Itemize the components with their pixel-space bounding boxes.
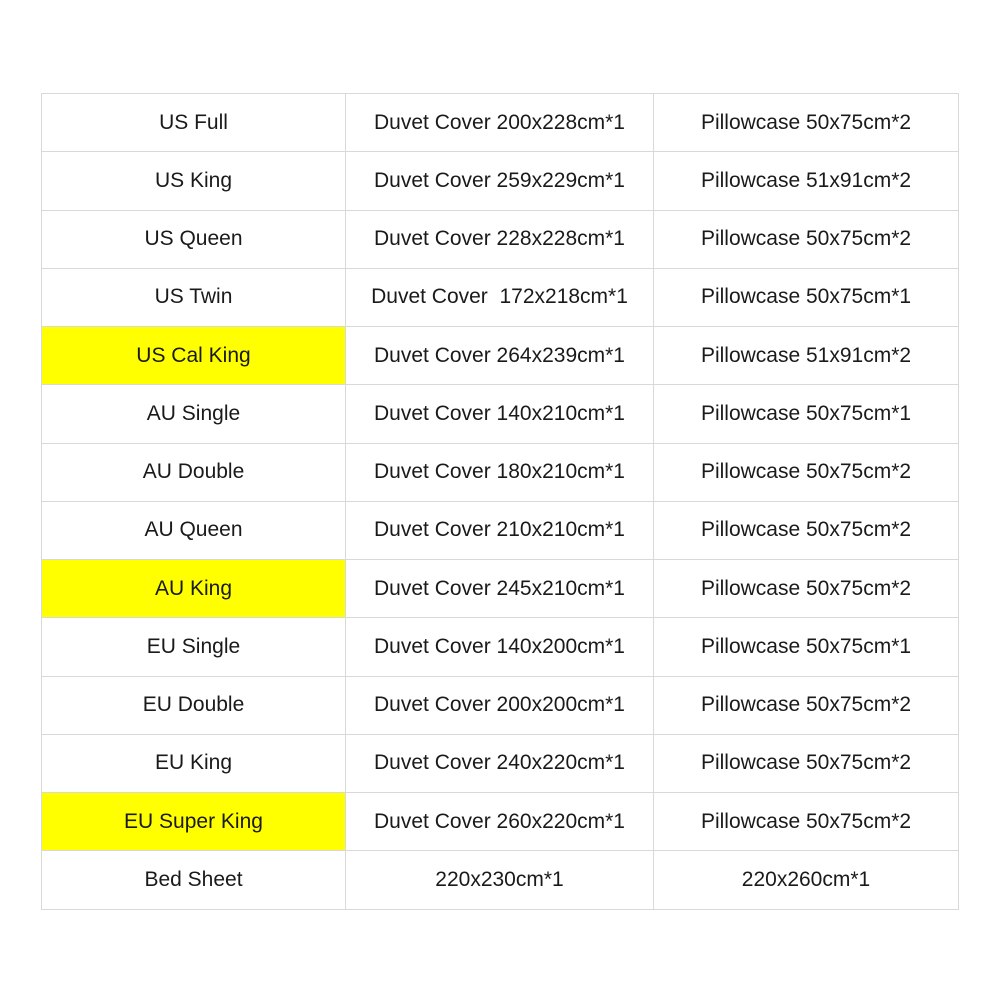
table-row: EU King Duvet Cover 240x220cm*1 Pillowcase… bbox=[41, 733, 959, 794]
pillowcase-cell: Pillowcase 50x75cm*2 bbox=[653, 209, 959, 269]
size-chart-table: US Full Duvet Cover 200x228cm*1 Pillowcase… bbox=[41, 92, 959, 910]
size-name-cell: US Full bbox=[41, 92, 346, 153]
duvet-cover-cell: Duvet Cover 180x210cm*1 bbox=[345, 442, 654, 502]
pillowcase-cell: Pillowcase 50x75cm*1 bbox=[653, 384, 959, 444]
pillowcase-cell: Pillowcase 50x75cm*1 bbox=[653, 267, 959, 328]
size-name-cell-highlighted: EU Super King bbox=[41, 792, 346, 852]
pillowcase-cell: Pillowcase 50x75cm*2 bbox=[653, 559, 959, 619]
pillowcase-cell: Pillowcase 50x75cm*2 bbox=[653, 442, 959, 502]
pillowcase-cell: Pillowcase 51x91cm*2 bbox=[653, 326, 959, 386]
table-row: EU Super King Duvet Cover 260x220cm*1 Pill… bbox=[41, 792, 959, 852]
table-row: US Queen Duvet Cover 228x228cm*1 Pillowcas… bbox=[41, 209, 959, 269]
size-name-cell: EU Single bbox=[41, 617, 346, 677]
table-row: AU Single Duvet Cover 140x210cm*1 Pillowca… bbox=[41, 384, 959, 444]
size-name-cell: EU Double bbox=[41, 675, 346, 735]
size-name-cell-highlighted: US Cal King bbox=[41, 326, 346, 386]
size-name-cell: AU Double bbox=[41, 442, 346, 502]
pillowcase-cell: Pillowcase 50x75cm*2 bbox=[653, 92, 959, 153]
table-row: US Full Duvet Cover 200x228cm*1 Pillowcase… bbox=[41, 92, 959, 153]
duvet-cover-cell: Duvet Cover 140x210cm*1 bbox=[345, 384, 654, 444]
pillowcase-cell: Pillowcase 50x75cm*2 bbox=[653, 733, 959, 794]
pillowcase-cell: Pillowcase 50x75cm*2 bbox=[653, 675, 959, 735]
pillowcase-cell: Pillowcase 50x75cm*2 bbox=[653, 792, 959, 852]
duvet-cover-cell: Duvet Cover 172x218cm*1 bbox=[345, 267, 654, 328]
size-name-cell: Bed Sheet bbox=[41, 850, 346, 910]
table-row: US Cal King Duvet Cover 264x239cm*1 Pillow… bbox=[41, 326, 959, 386]
table-row: AU Queen Duvet Cover 210x210cm*1 Pillowcas… bbox=[41, 500, 959, 561]
table-row: EU Single Duvet Cover 140x200cm*1 Pillowca… bbox=[41, 617, 959, 677]
duvet-cover-cell: Duvet Cover 200x228cm*1 bbox=[345, 92, 654, 153]
pillowcase-cell: 220x260cm*1 bbox=[653, 850, 959, 910]
duvet-cover-cell: 220x230cm*1 bbox=[345, 850, 654, 910]
size-name-cell: AU Single bbox=[41, 384, 346, 444]
duvet-cover-cell: Duvet Cover 260x220cm*1 bbox=[345, 792, 654, 852]
duvet-cover-cell: Duvet Cover 200x200cm*1 bbox=[345, 675, 654, 735]
duvet-cover-cell: Duvet Cover 140x200cm*1 bbox=[345, 617, 654, 677]
size-name-cell-highlighted: AU King bbox=[41, 559, 346, 619]
size-name-cell: US Twin bbox=[41, 267, 346, 328]
size-name-cell: US King bbox=[41, 151, 346, 211]
table-row: US Twin Duvet Cover 172x218cm*1 Pillowcase… bbox=[41, 267, 959, 328]
pillowcase-cell: Pillowcase 50x75cm*1 bbox=[653, 617, 959, 677]
duvet-cover-cell: Duvet Cover 264x239cm*1 bbox=[345, 326, 654, 386]
table-row: AU Double Duvet Cover 180x210cm*1 Pillowca… bbox=[41, 442, 959, 502]
pillowcase-cell: Pillowcase 50x75cm*2 bbox=[653, 500, 959, 561]
table-row: Bed Sheet 220x230cm*1 220x260cm*1 bbox=[41, 850, 959, 910]
bedding-size-chart: US Full Duvet Cover 200x228cm*1 Pillowcase… bbox=[41, 92, 959, 910]
size-name-cell: US Queen bbox=[41, 209, 346, 269]
duvet-cover-cell: Duvet Cover 210x210cm*1 bbox=[345, 500, 654, 561]
table-row: EU Double Duvet Cover 200x200cm*1 Pillowca… bbox=[41, 675, 959, 735]
duvet-cover-cell: Duvet Cover 228x228cm*1 bbox=[345, 209, 654, 269]
size-chart-body: US Full Duvet Cover 200x228cm*1 Pillowcase… bbox=[41, 92, 959, 910]
duvet-cover-cell: Duvet Cover 245x210cm*1 bbox=[345, 559, 654, 619]
table-row: US King Duvet Cover 259x229cm*1 Pillowcase… bbox=[41, 151, 959, 211]
table-row: AU King Duvet Cover 245x210cm*1 Pillowcase… bbox=[41, 559, 959, 619]
size-name-cell: AU Queen bbox=[41, 500, 346, 561]
size-name-cell: EU King bbox=[41, 733, 346, 794]
pillowcase-cell: Pillowcase 51x91cm*2 bbox=[653, 151, 959, 211]
duvet-cover-cell: Duvet Cover 259x229cm*1 bbox=[345, 151, 654, 211]
duvet-cover-cell: Duvet Cover 240x220cm*1 bbox=[345, 733, 654, 794]
